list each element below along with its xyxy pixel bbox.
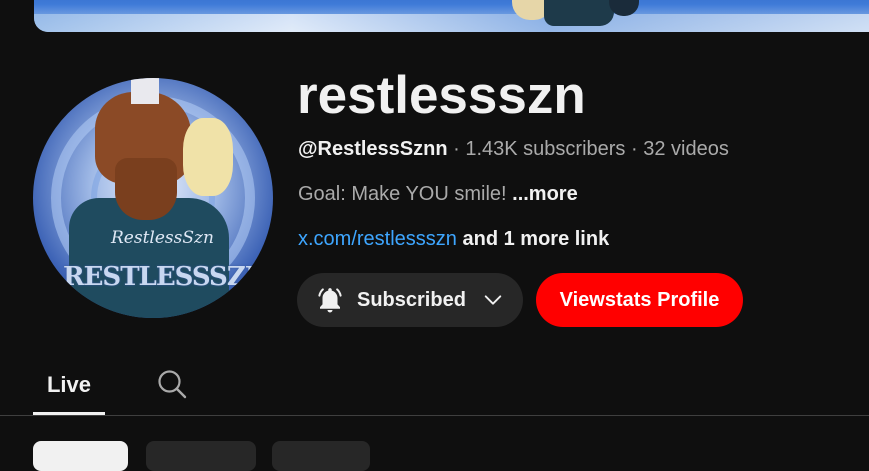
- channel-link[interactable]: x.com/restlessszn: [298, 228, 457, 250]
- channel-banner: [34, 0, 869, 32]
- channel-links: x.com/restlessszn and 1 more link: [298, 228, 609, 251]
- avatar-hand: [183, 118, 233, 196]
- tabs-divider: [0, 415, 869, 416]
- subscribed-button[interactable]: Subscribed: [297, 273, 523, 327]
- tab-live[interactable]: Live: [33, 355, 105, 415]
- filter-chip[interactable]: [33, 441, 128, 471]
- banner-figure: [544, 0, 614, 26]
- channel-handle: @RestlessSznn: [298, 138, 448, 160]
- avatar-face: [115, 158, 177, 220]
- meta-separator: ·: [447, 138, 466, 160]
- subscriber-count: 1.43K subscribers: [465, 138, 626, 160]
- avatar-crown: [131, 78, 159, 104]
- bell-icon: [315, 285, 345, 315]
- description-more-link[interactable]: ...more: [512, 183, 578, 205]
- more-links-button[interactable]: and 1 more link: [457, 228, 609, 250]
- avatar-shirt-text: RestlessSzn: [111, 228, 214, 248]
- filter-chip[interactable]: [272, 441, 370, 471]
- meta-separator: ·: [625, 138, 644, 160]
- filter-chip[interactable]: [146, 441, 256, 471]
- viewstats-profile-button[interactable]: Viewstats Profile: [536, 273, 743, 327]
- search-icon[interactable]: [156, 368, 188, 400]
- avatar-watermark: RESTLESSSZN: [63, 262, 269, 292]
- channel-tabs: Live: [0, 355, 869, 417]
- banner-water: [34, 14, 869, 32]
- channel-avatar[interactable]: RestlessSzn RESTLESSSZN: [33, 78, 273, 318]
- video-count: 32 videos: [643, 138, 729, 160]
- chevron-down-icon: [482, 289, 504, 311]
- description-text: Goal: Make YOU smile!: [298, 183, 513, 205]
- subscribed-label: Subscribed: [357, 288, 466, 311]
- channel-meta: @RestlessSznn · 1.43K subscribers · 32 v…: [298, 138, 729, 161]
- channel-description[interactable]: Goal: Make YOU smile! ...more: [298, 183, 578, 206]
- channel-name: restlessszn: [297, 66, 586, 125]
